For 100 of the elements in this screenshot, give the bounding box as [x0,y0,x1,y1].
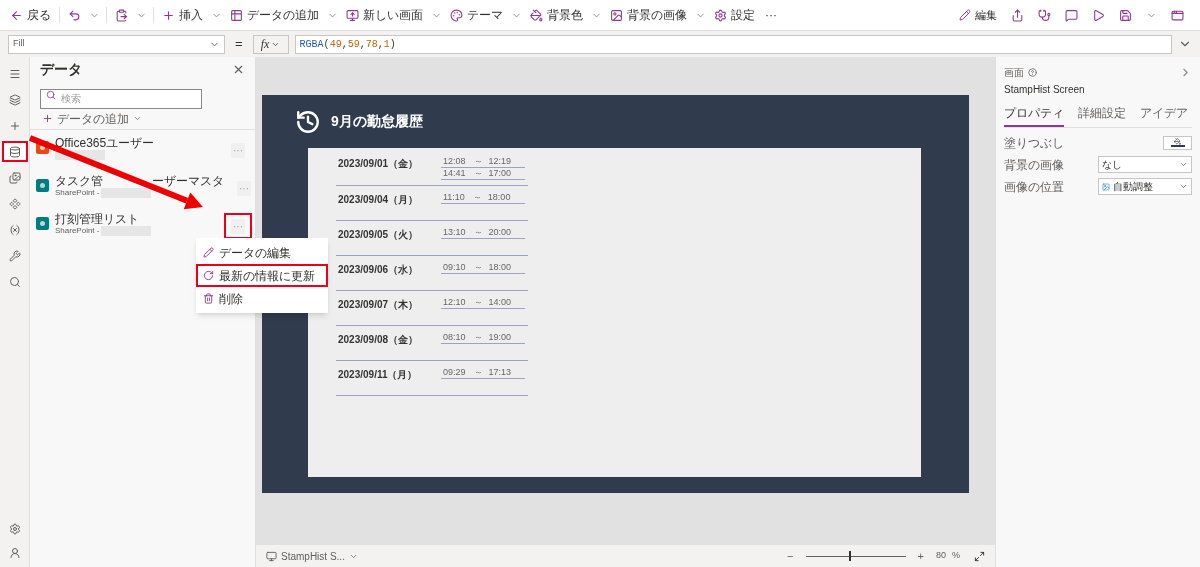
search-field[interactable]: 検索 [40,88,202,109]
start-time: 14:41 [443,166,466,180]
property-dropdown[interactable]: Fill [8,34,225,54]
tilde-separator: ～ [473,154,483,168]
start-time: 12:10 [443,295,466,309]
fullscreen-icon[interactable] [974,550,985,562]
zoom-in-button[interactable]: + [917,547,924,565]
tilde-separator: ～ [472,190,482,204]
date-label: 2023/09/11（月） [337,368,419,382]
table-icon [230,8,243,22]
panel-title: データ [40,59,82,79]
image-icon [610,8,623,22]
date-label: 2023/09/06（水） [337,263,420,277]
toolbar-button[interactable]: 設定 [712,6,757,24]
menu-item[interactable]: 最新の情報に更新 [196,264,328,287]
zoom-out-button[interactable]: − [787,547,794,565]
data-source-type: SharePoint - [55,226,100,236]
end-time: 20:00 [488,225,512,239]
toolbar-button[interactable]: 新しい画面 [344,6,425,24]
properties-tab[interactable]: アイデア [1140,104,1188,127]
stethoscope-icon[interactable] [1038,8,1051,22]
paint-bucket-icon [530,8,543,22]
toolbar-button[interactable]: 背景色 [528,6,585,24]
components-icon[interactable] [8,197,21,210]
tilde-separator: ～ [473,365,483,379]
data-source-name: Office365ユーザー [55,137,155,150]
help-icon[interactable] [1028,68,1037,77]
property-label: 画像の位置 [1004,178,1064,196]
redacted-block [55,150,105,160]
image-icon [1102,182,1110,191]
start-time: 09:29 [443,365,466,379]
date-label: 2023/09/01（金） [337,157,420,171]
start-time: 09:10 [443,260,466,274]
pencil-icon [203,247,214,258]
media-icon[interactable] [8,171,21,184]
user-icon[interactable] [8,547,21,559]
caret-icon [1179,160,1188,169]
end-time: 17:13 [488,365,512,379]
dropdown-value: なし [1102,158,1123,172]
properties-tab[interactable]: 詳細設定 [1078,104,1126,127]
clipboard-icon [115,8,128,22]
property-label: 背景の画像 [1004,156,1064,174]
start-time: 11:10 [443,190,465,204]
database-icon[interactable] [8,145,21,158]
plus-icon[interactable] [8,119,21,132]
layers-icon[interactable] [8,93,21,106]
formula-field[interactable]: RGBA(49,59,78,1) [294,34,1172,54]
comment-icon[interactable] [1065,8,1078,22]
data-source-item[interactable]: Office365ユーザー ··· [30,134,255,172]
toolbar-button[interactable]: テーマ [448,6,505,24]
date-label: 2023/09/08（金） [337,333,420,347]
toolbar-button[interactable]: データの追加 [228,6,321,24]
start-time: 08:10 [443,330,466,344]
trash-icon [203,293,214,304]
toolbar-button[interactable]: 戻る [8,6,53,24]
zoom-unit: % [952,549,960,563]
sharepoint-logo-icon [36,179,49,192]
end-time: 17:00 [488,166,512,180]
equals-sign: = [234,35,244,54]
variable-icon[interactable] [8,223,21,236]
tools-icon[interactable] [8,249,21,262]
tilde-separator: ～ [473,330,483,344]
more-button[interactable]: ··· [763,6,779,24]
screen-title: 9月の勤怠履歴 [331,112,423,131]
history-icon [295,108,321,135]
settings-icon[interactable] [8,523,21,535]
settings-icon [714,8,727,22]
color-picker-button[interactable] [1163,135,1192,150]
zoom-value: 80 [935,549,946,563]
sharepoint-logo-icon [36,217,49,230]
back-arrow-icon [10,8,23,22]
tilde-separator: ～ [473,225,483,239]
redacted-block [101,188,152,198]
toolbar-button[interactable]: 挿入 [160,6,205,24]
menu-item[interactable]: 削除 [196,287,328,310]
screen-selector[interactable]: StampHist S... [266,548,358,564]
data-source-item[interactable]: タスク管 ーザーマスタ SharePoint - ··· [30,172,255,210]
screen-icon [266,550,277,562]
caret-icon [133,114,142,123]
menu-icon[interactable] [8,67,21,80]
app-window-icon[interactable] [1171,8,1184,22]
undo-icon [68,8,81,22]
search-icon[interactable] [8,275,21,288]
date-label: 2023/09/05（火） [337,228,420,242]
start-time: 13:10 [443,225,466,239]
end-time: 18:00 [488,260,512,274]
toolbar-button[interactable]: 背景の画像 [608,6,689,24]
property-dropdown[interactable]: 自動調整 [1098,178,1192,195]
zoom-slider-thumb[interactable] [848,550,851,561]
save-icon[interactable] [1119,8,1132,22]
edit-button[interactable]: 編集 [959,6,997,24]
play-icon[interactable] [1092,8,1105,22]
fx-button[interactable]: fx [252,34,289,54]
share-icon[interactable] [1011,8,1024,22]
property-dropdown[interactable]: なし [1098,156,1192,173]
paint-bucket-icon [1174,138,1181,145]
date-label: 2023/09/04（月） [337,193,420,207]
add-data-button[interactable]: データの追加 [42,111,243,126]
date-label: 2023/09/07（木） [337,298,420,312]
properties-tab[interactable]: プロパティ [1004,104,1064,127]
